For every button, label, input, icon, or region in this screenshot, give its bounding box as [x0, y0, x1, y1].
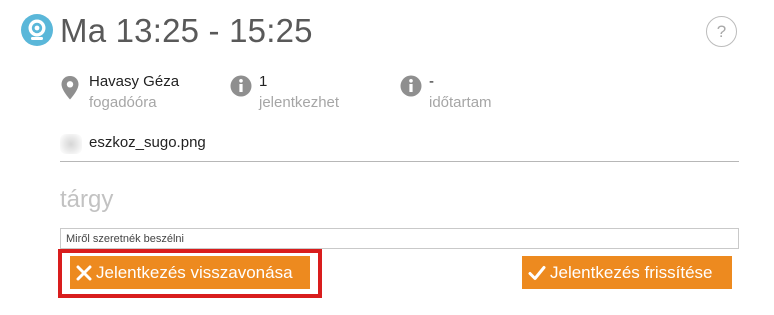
divider: [60, 161, 739, 162]
duration-label: időtartam: [429, 94, 492, 111]
info-icon: [230, 75, 252, 102]
subject-input[interactable]: [60, 228, 739, 249]
help-button[interactable]: ?: [706, 16, 737, 47]
cancel-registration-button[interactable]: Jelentkezés visszavonása: [70, 256, 310, 289]
slots-label: jelentkezhet: [259, 94, 340, 111]
checkmark-icon: [528, 265, 546, 281]
subject-label: tárgy: [60, 186, 114, 213]
host-name: Havasy Géza: [89, 73, 180, 90]
slots-value: 1: [259, 73, 268, 90]
image-thumbnail: [60, 134, 82, 154]
cancel-button-label: Jelentkezés visszavonása: [96, 262, 293, 282]
update-registration-button[interactable]: Jelentkezés frissítése: [522, 256, 732, 289]
host-label: fogadóóra: [89, 94, 157, 111]
close-icon: [76, 265, 92, 281]
duration-value: -: [429, 73, 434, 90]
attachment-filename[interactable]: eszkoz_sugo.png: [89, 134, 206, 151]
update-button-label: Jelentkezés frissítése: [550, 262, 713, 282]
info-icon: [400, 75, 422, 102]
page-title: Ma 13:25 - 15:25: [60, 12, 313, 49]
webcam-icon: [21, 14, 53, 46]
location-pin-icon: [60, 75, 80, 106]
